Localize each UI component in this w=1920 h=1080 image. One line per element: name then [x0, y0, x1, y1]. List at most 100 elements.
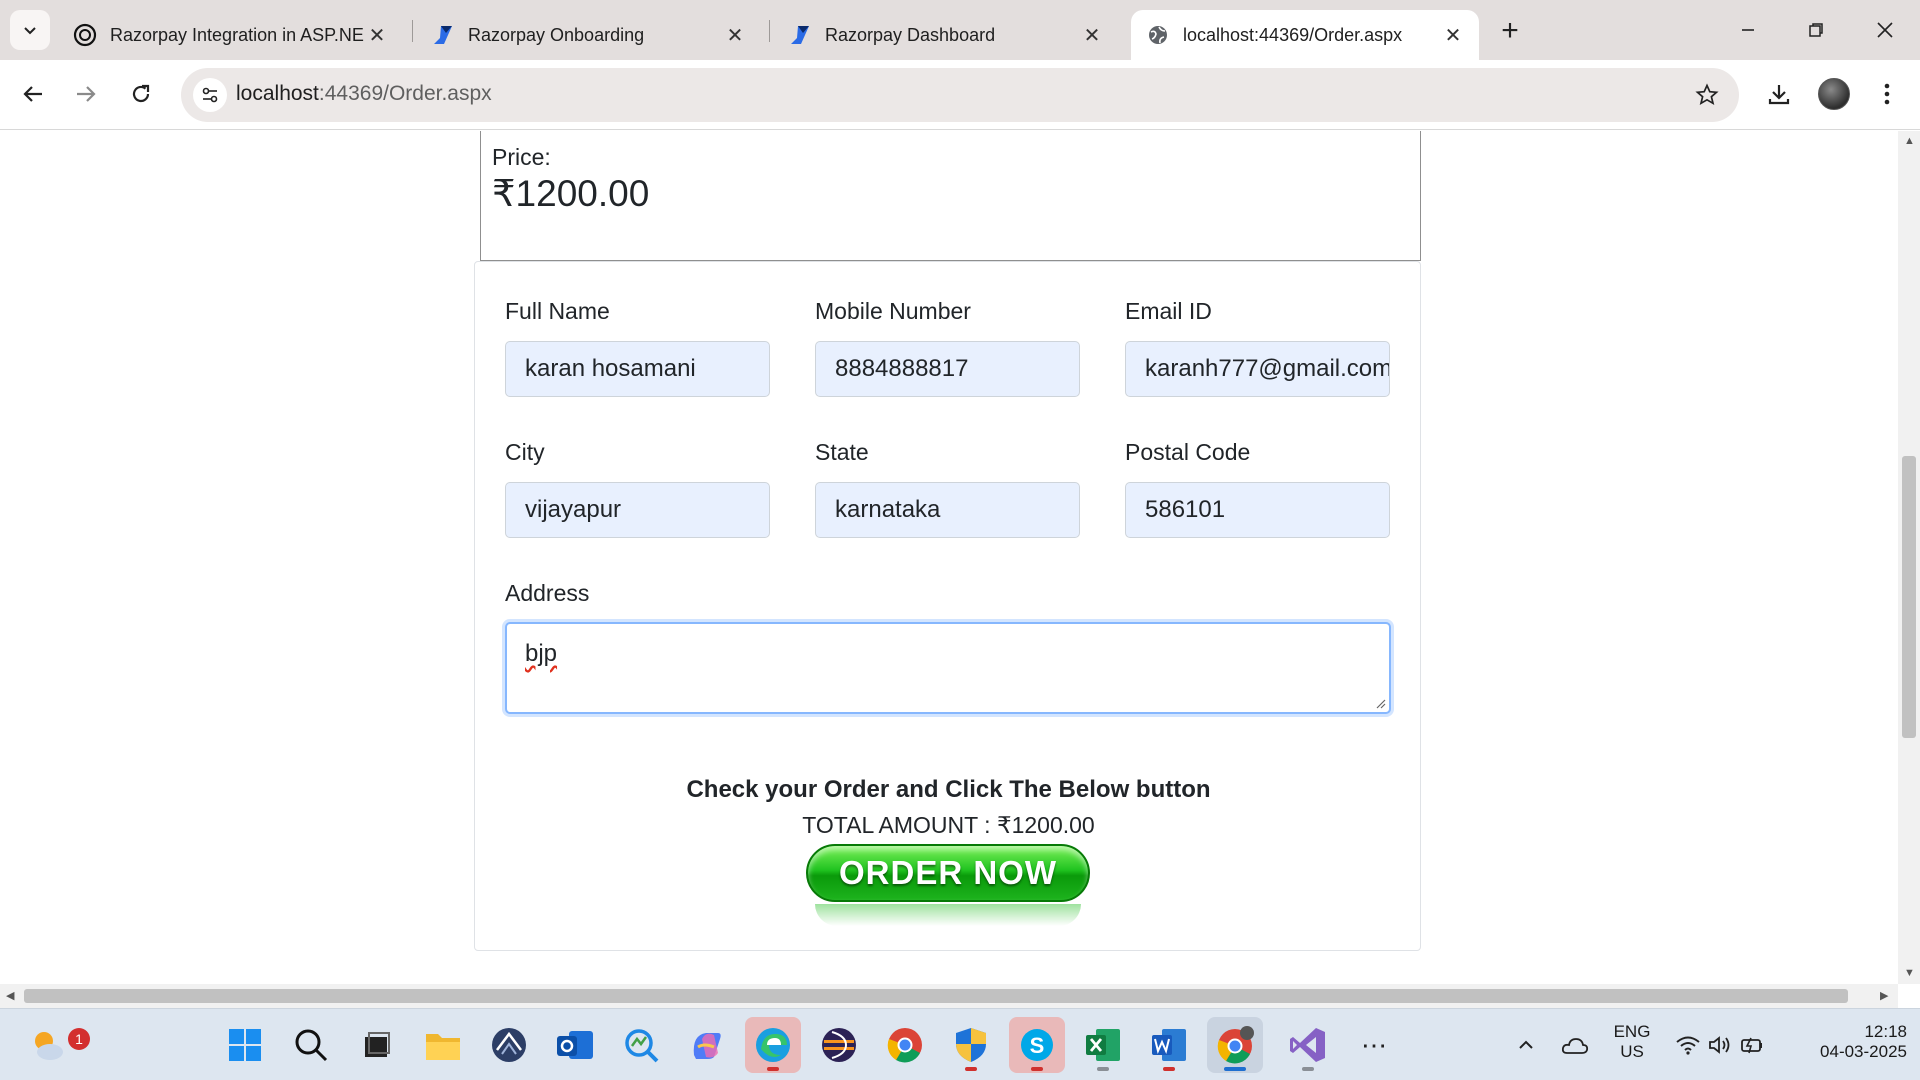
quick-settings-button[interactable] — [1660, 1017, 1780, 1073]
profile-button[interactable] — [1814, 74, 1854, 114]
tab-title: Razorpay Integration in ASP.NE — [110, 24, 364, 45]
tab-razorpay-onboarding[interactable]: Razorpay Onboarding ✕ — [416, 10, 761, 60]
url-host: localhost — [236, 82, 319, 105]
browser-toolbar: localhost:44369/Order.aspx — [0, 60, 1920, 130]
vertical-scrollbar[interactable]: ▲ ▼ — [1898, 131, 1920, 984]
task-view-icon — [365, 1032, 390, 1057]
running-indicator — [1224, 1067, 1246, 1071]
browser-menu-button[interactable] — [1867, 74, 1907, 114]
razorpay-icon — [787, 22, 813, 48]
bookmark-star-button[interactable] — [1693, 81, 1721, 109]
state-label: State — [815, 439, 869, 465]
notification-badge: 1 — [68, 1028, 90, 1050]
tab-search-button[interactable] — [10, 10, 50, 50]
horizontal-scrollbar[interactable]: ◀ ▶ — [0, 984, 1898, 1008]
wifi-icon — [1676, 1036, 1700, 1055]
more-apps-button[interactable]: ⋯ — [1346, 1017, 1402, 1073]
city-input[interactable]: vijayapur — [505, 482, 770, 538]
mobile-number-label: Mobile Number — [815, 298, 971, 324]
email-label: Email ID — [1125, 298, 1212, 324]
tab-razorpay-dashboard[interactable]: Razorpay Dashboard ✕ — [773, 10, 1118, 60]
running-indicator — [1302, 1067, 1314, 1071]
order-now-button[interactable]: ORDER NOW — [806, 844, 1090, 902]
chrome-profile-app[interactable] — [1207, 1017, 1263, 1073]
check-order-heading: Check your Order and Click The Below but… — [686, 776, 1211, 803]
svg-text:S: S — [1030, 1033, 1045, 1058]
resize-grip-icon[interactable] — [1374, 697, 1386, 709]
visual-studio-icon — [1290, 1028, 1325, 1062]
url-text[interactable]: localhost:44369/Order.aspx — [236, 82, 492, 106]
close-icon[interactable]: ✕ — [365, 23, 389, 47]
page-viewport: Price: ₹1200.00 Full Name karan hosamani… — [0, 131, 1898, 984]
tab-localhost-order[interactable]: localhost:44369/Order.aspx ✕ — [1131, 10, 1479, 60]
scroll-up-icon[interactable]: ▲ — [1904, 135, 1915, 147]
file-explorer-app[interactable] — [415, 1017, 471, 1073]
close-icon[interactable]: ✕ — [1441, 23, 1465, 47]
tab-razorpay-integration[interactable]: Razorpay Integration in ASP.NE ✕ — [58, 10, 403, 60]
start-button[interactable] — [217, 1017, 273, 1073]
language-indicator[interactable]: ENG US — [1607, 1022, 1657, 1062]
mobile-number-input[interactable]: 8884888817 — [815, 341, 1080, 397]
back-button[interactable] — [13, 74, 53, 114]
downloads-button[interactable] — [1759, 74, 1799, 114]
tab-strip: Razorpay Integration in ASP.NE ✕ Razorpa… — [0, 0, 1920, 60]
full-name-input[interactable]: karan hosamani — [505, 341, 770, 397]
outlook-app[interactable] — [547, 1017, 603, 1073]
clock[interactable]: 12:18 04-03-2025 — [1787, 1022, 1907, 1062]
city-label: City — [505, 439, 545, 465]
full-name-label: Full Name — [505, 298, 610, 324]
eclipse-ide-app[interactable] — [811, 1017, 867, 1073]
email-input[interactable]: karanh777@gmail.com — [1125, 341, 1390, 397]
reload-button[interactable] — [121, 74, 161, 114]
total-amount-text: TOTAL AMOUNT : ₹1200.00 — [802, 812, 1095, 838]
restore-button[interactable] — [1791, 10, 1841, 50]
weather-widget[interactable]: 1 — [20, 1017, 90, 1073]
running-indicator — [1163, 1067, 1175, 1071]
shield-icon — [956, 1028, 986, 1062]
address-bar[interactable]: localhost:44369/Order.aspx — [181, 68, 1739, 122]
close-icon[interactable]: ✕ — [1080, 23, 1104, 47]
reload-icon — [132, 84, 150, 103]
onedrive-button[interactable] — [1547, 1017, 1603, 1073]
tray-overflow-button[interactable] — [1498, 1017, 1554, 1073]
price-panel: Price: ₹1200.00 — [480, 131, 1421, 261]
visual-studio-app[interactable] — [1280, 1017, 1336, 1073]
scroll-right-icon[interactable]: ▶ — [1880, 989, 1888, 1002]
scroll-down-icon[interactable]: ▼ — [1904, 967, 1915, 979]
windows-security-app[interactable] — [943, 1017, 999, 1073]
windows-taskbar: 1 S ⋯ ENG US 12:18 04-03-2025 — [0, 1008, 1920, 1080]
language-code: ENG — [1613, 1022, 1651, 1041]
search-button[interactable] — [283, 1017, 339, 1073]
tab-separator — [412, 20, 413, 42]
vertical-scroll-thumb[interactable] — [1902, 456, 1916, 738]
postal-code-input[interactable]: 586101 — [1125, 482, 1390, 538]
scroll-left-icon[interactable]: ◀ — [6, 989, 14, 1002]
more-vert-icon — [1884, 83, 1890, 105]
copilot-app[interactable] — [679, 1017, 735, 1073]
battery-charging-icon — [1741, 1037, 1762, 1054]
word-app[interactable] — [1141, 1017, 1197, 1073]
forward-button[interactable] — [66, 74, 106, 114]
skype-app[interactable]: S — [1009, 1017, 1065, 1073]
close-window-button[interactable] — [1860, 10, 1910, 50]
site-info-button[interactable] — [193, 78, 227, 112]
eclipse-app[interactable] — [481, 1017, 537, 1073]
chrome-app[interactable] — [877, 1017, 933, 1073]
new-tab-button[interactable]: + — [1493, 14, 1527, 48]
minimize-button[interactable] — [1723, 10, 1773, 50]
weather-icon — [35, 1032, 63, 1060]
minimize-icon — [1742, 29, 1754, 31]
excel-app[interactable] — [1075, 1017, 1131, 1073]
edge-app[interactable] — [745, 1017, 801, 1073]
windows-icon — [229, 1029, 261, 1061]
chrome-icon — [887, 1028, 922, 1063]
task-view-button[interactable] — [349, 1017, 405, 1073]
state-input[interactable]: karnataka — [815, 482, 1080, 538]
app-search-tool[interactable] — [613, 1017, 669, 1073]
horizontal-scroll-thumb[interactable] — [24, 989, 1848, 1003]
close-icon[interactable]: ✕ — [723, 23, 747, 47]
globe-icon — [1145, 22, 1171, 48]
avatar — [1818, 78, 1850, 110]
address-textarea[interactable]: bjp — [505, 622, 1391, 714]
price-label: Price: — [492, 144, 551, 170]
